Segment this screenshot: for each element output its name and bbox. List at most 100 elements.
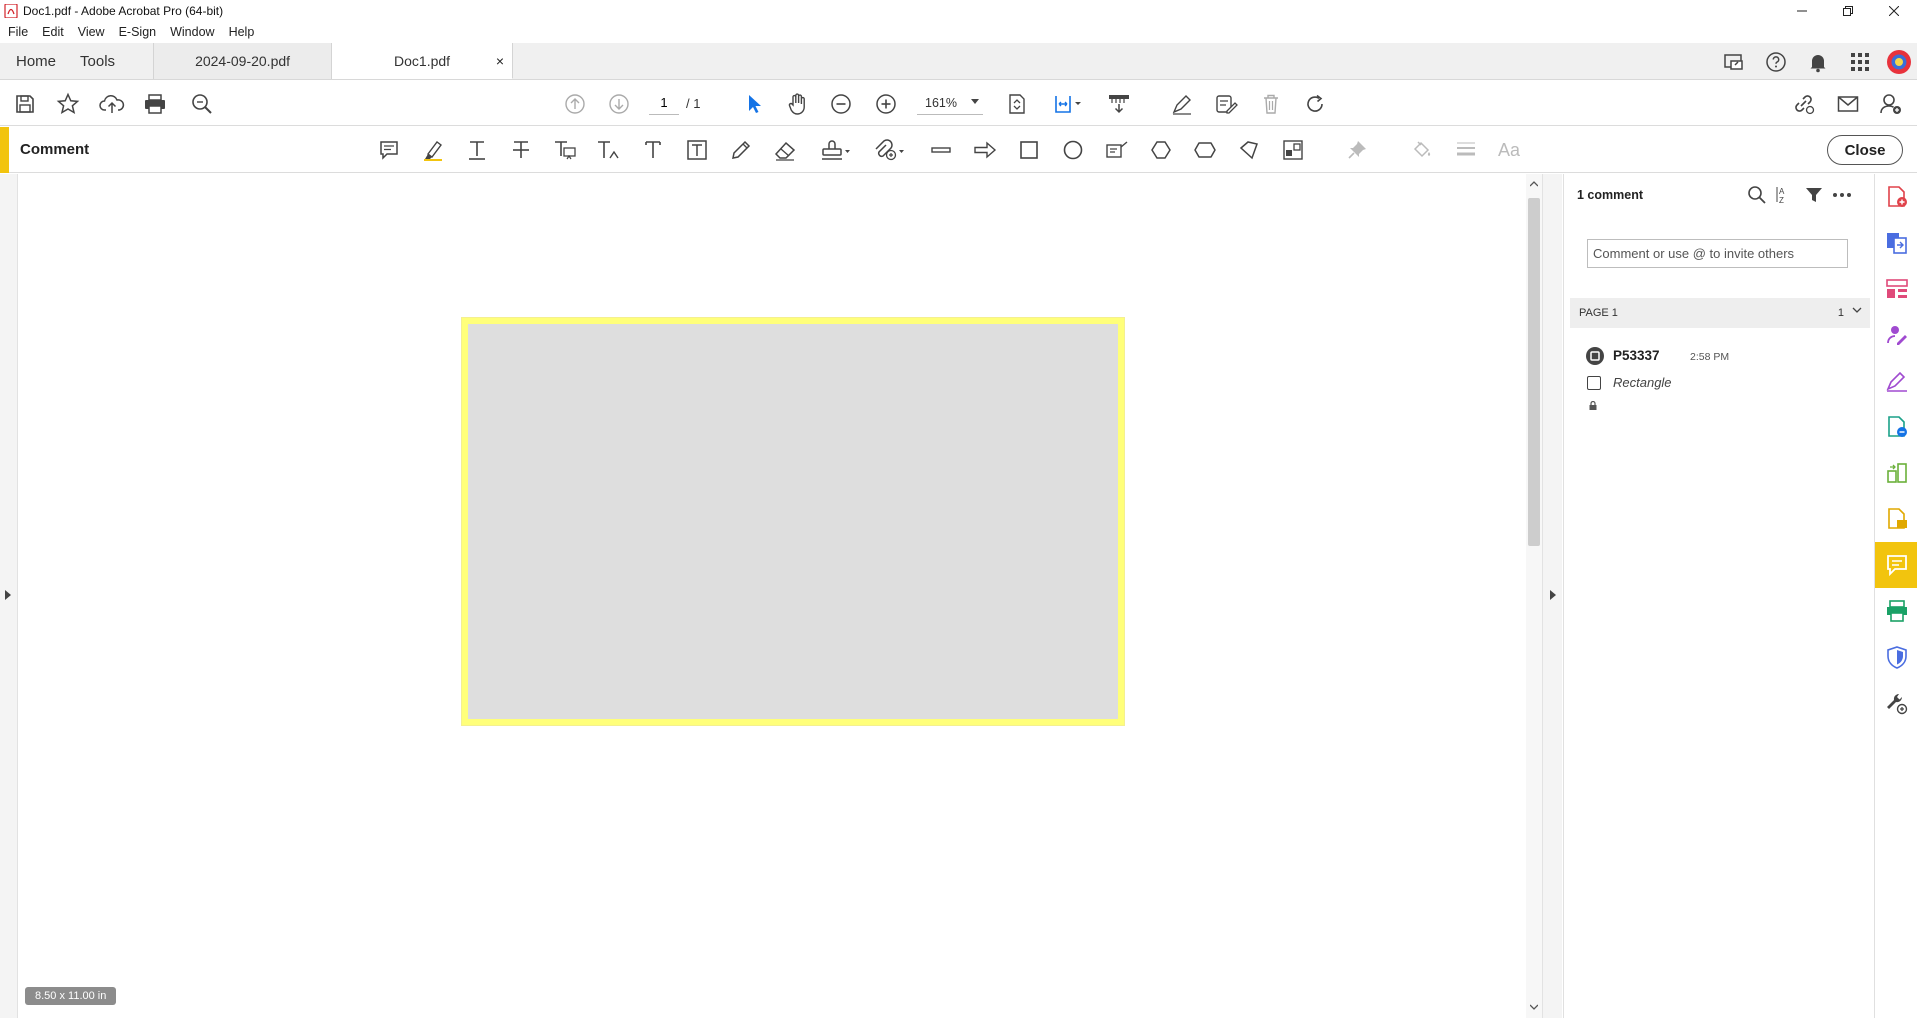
insert-text-icon[interactable] [591, 127, 627, 173]
hand-tool-icon[interactable] [783, 81, 813, 126]
more-options-icon[interactable] [1827, 180, 1857, 210]
menu-edit[interactable]: Edit [42, 25, 64, 39]
email-icon[interactable] [1833, 81, 1863, 126]
scroll-up-icon[interactable] [1530, 181, 1538, 187]
polygon-tool-icon[interactable] [1143, 127, 1179, 173]
left-panel-toggle[interactable] [0, 174, 18, 1018]
line-tool-icon[interactable] [923, 127, 959, 173]
right-panel-toggle[interactable] [1542, 174, 1562, 1018]
next-page-icon[interactable] [604, 81, 634, 126]
zoom-out-icon[interactable] [826, 81, 856, 126]
print-icon[interactable] [140, 81, 170, 126]
scan-ocr-icon[interactable] [1875, 588, 1917, 634]
fit-page-icon[interactable] [1002, 81, 1032, 126]
zoom-in-icon[interactable] [871, 81, 901, 126]
export-icon[interactable] [1875, 496, 1917, 542]
stamp-icon[interactable] [813, 127, 857, 173]
notifications-bell-icon[interactable] [1797, 43, 1839, 80]
previous-page-icon[interactable] [560, 81, 590, 126]
screen-share-icon[interactable] [1713, 43, 1755, 80]
rectangle-tool-icon[interactable] [1011, 127, 1047, 173]
document-viewport: 8.50 x 11.00 in [0, 174, 1562, 1018]
more-tools-icon[interactable] [1875, 680, 1917, 726]
organize-pages-icon[interactable] [1875, 266, 1917, 312]
fill-sign-icon[interactable] [1875, 312, 1917, 358]
combine-files-icon[interactable] [1875, 450, 1917, 496]
comment-icon[interactable] [1875, 542, 1917, 588]
cloud-tool-icon[interactable] [1187, 127, 1223, 173]
tab-home[interactable]: Home [0, 43, 68, 79]
font-properties-icon[interactable]: Aa [1492, 127, 1528, 173]
page-group-header[interactable]: PAGE 1 1 [1570, 298, 1870, 328]
edit-pdf-icon[interactable] [1875, 404, 1917, 450]
restore-button[interactable] [1825, 0, 1871, 21]
delete-trash-icon[interactable] [1256, 81, 1286, 126]
close-comment-button[interactable]: Close [1827, 135, 1903, 165]
tab-document-1-label: 2024-09-20.pdf [195, 53, 291, 69]
save-icon[interactable] [10, 81, 40, 126]
attach-file-icon[interactable] [867, 127, 911, 173]
tab-document-2-label: Doc1.pdf [394, 52, 451, 69]
export-pdf-icon[interactable] [1875, 220, 1917, 266]
window-controls [1779, 0, 1917, 21]
connected-lines-icon[interactable] [1275, 127, 1311, 173]
pin-icon[interactable] [1339, 127, 1375, 173]
rectangle-annotation[interactable] [461, 317, 1125, 726]
callout-tool-icon[interactable] [1099, 127, 1135, 173]
share-user-icon[interactable] [1876, 81, 1906, 126]
highlight-icon[interactable] [415, 127, 451, 173]
sort-az-icon[interactable]: AZ [1769, 180, 1799, 210]
comment-author: P53337 [1613, 348, 1660, 363]
create-pdf-icon[interactable] [1875, 174, 1917, 220]
line-weight-icon[interactable] [1448, 127, 1484, 173]
select-pointer-icon[interactable] [739, 81, 769, 126]
strikethrough-icon[interactable] [503, 127, 539, 173]
sticky-note-icon[interactable] [371, 127, 407, 173]
scroll-down-icon[interactable] [1530, 1004, 1538, 1010]
tab-tools[interactable]: Tools [68, 43, 153, 79]
tab-document-2[interactable]: Doc1.pdf × [332, 43, 514, 79]
protect-icon[interactable] [1875, 634, 1917, 680]
arrow-tool-icon[interactable] [967, 127, 1003, 173]
page-number-input[interactable] [649, 91, 679, 115]
menu-file[interactable]: File [8, 25, 28, 39]
replace-text-icon[interactable] [547, 127, 583, 173]
page-display-icon[interactable] [1048, 81, 1088, 126]
minimize-button[interactable] [1779, 0, 1825, 21]
text-box-icon[interactable] [679, 127, 715, 173]
apps-grid-icon[interactable] [1839, 43, 1881, 80]
request-esign-icon[interactable] [1875, 358, 1917, 404]
underline-text-icon[interactable] [459, 127, 495, 173]
menu-help[interactable]: Help [229, 25, 255, 39]
polygon-line-icon[interactable] [1231, 127, 1267, 173]
vertical-scrollbar[interactable] [1526, 174, 1542, 1018]
close-window-button[interactable] [1871, 0, 1917, 21]
menu-window[interactable]: Window [170, 25, 214, 39]
close-tab-icon[interactable]: × [496, 53, 504, 69]
share-link-icon[interactable] [1789, 81, 1819, 126]
oval-tool-icon[interactable] [1055, 127, 1091, 173]
search-icon[interactable] [1742, 180, 1772, 210]
find-zoom-icon[interactable] [187, 81, 217, 126]
zoom-select[interactable]: 161% [917, 91, 983, 115]
scrollbar-thumb[interactable] [1528, 198, 1540, 546]
help-icon[interactable] [1755, 43, 1797, 80]
user-avatar[interactable] [1881, 43, 1917, 80]
menu-esign[interactable]: E-Sign [119, 25, 157, 39]
menu-view[interactable]: View [78, 25, 105, 39]
rotate-icon[interactable] [1300, 81, 1330, 126]
comment-input[interactable] [1587, 239, 1848, 268]
add-text-icon[interactable] [635, 127, 671, 173]
cloud-upload-icon[interactable] [97, 81, 127, 126]
tab-document-1[interactable]: 2024-09-20.pdf [153, 43, 333, 79]
filter-icon[interactable] [1799, 180, 1829, 210]
fill-color-icon[interactable] [1404, 127, 1440, 173]
pdf-page[interactable]: 8.50 x 11.00 in [19, 174, 1526, 1018]
edit-form-icon[interactable] [1211, 81, 1241, 126]
sign-pen-icon[interactable] [1167, 81, 1197, 126]
pencil-draw-icon[interactable] [723, 127, 759, 173]
star-bookmark-icon[interactable] [53, 81, 83, 126]
scroll-mode-icon[interactable] [1104, 81, 1134, 126]
comment-toolbar-label: Comment [20, 141, 90, 158]
eraser-icon[interactable] [767, 127, 803, 173]
